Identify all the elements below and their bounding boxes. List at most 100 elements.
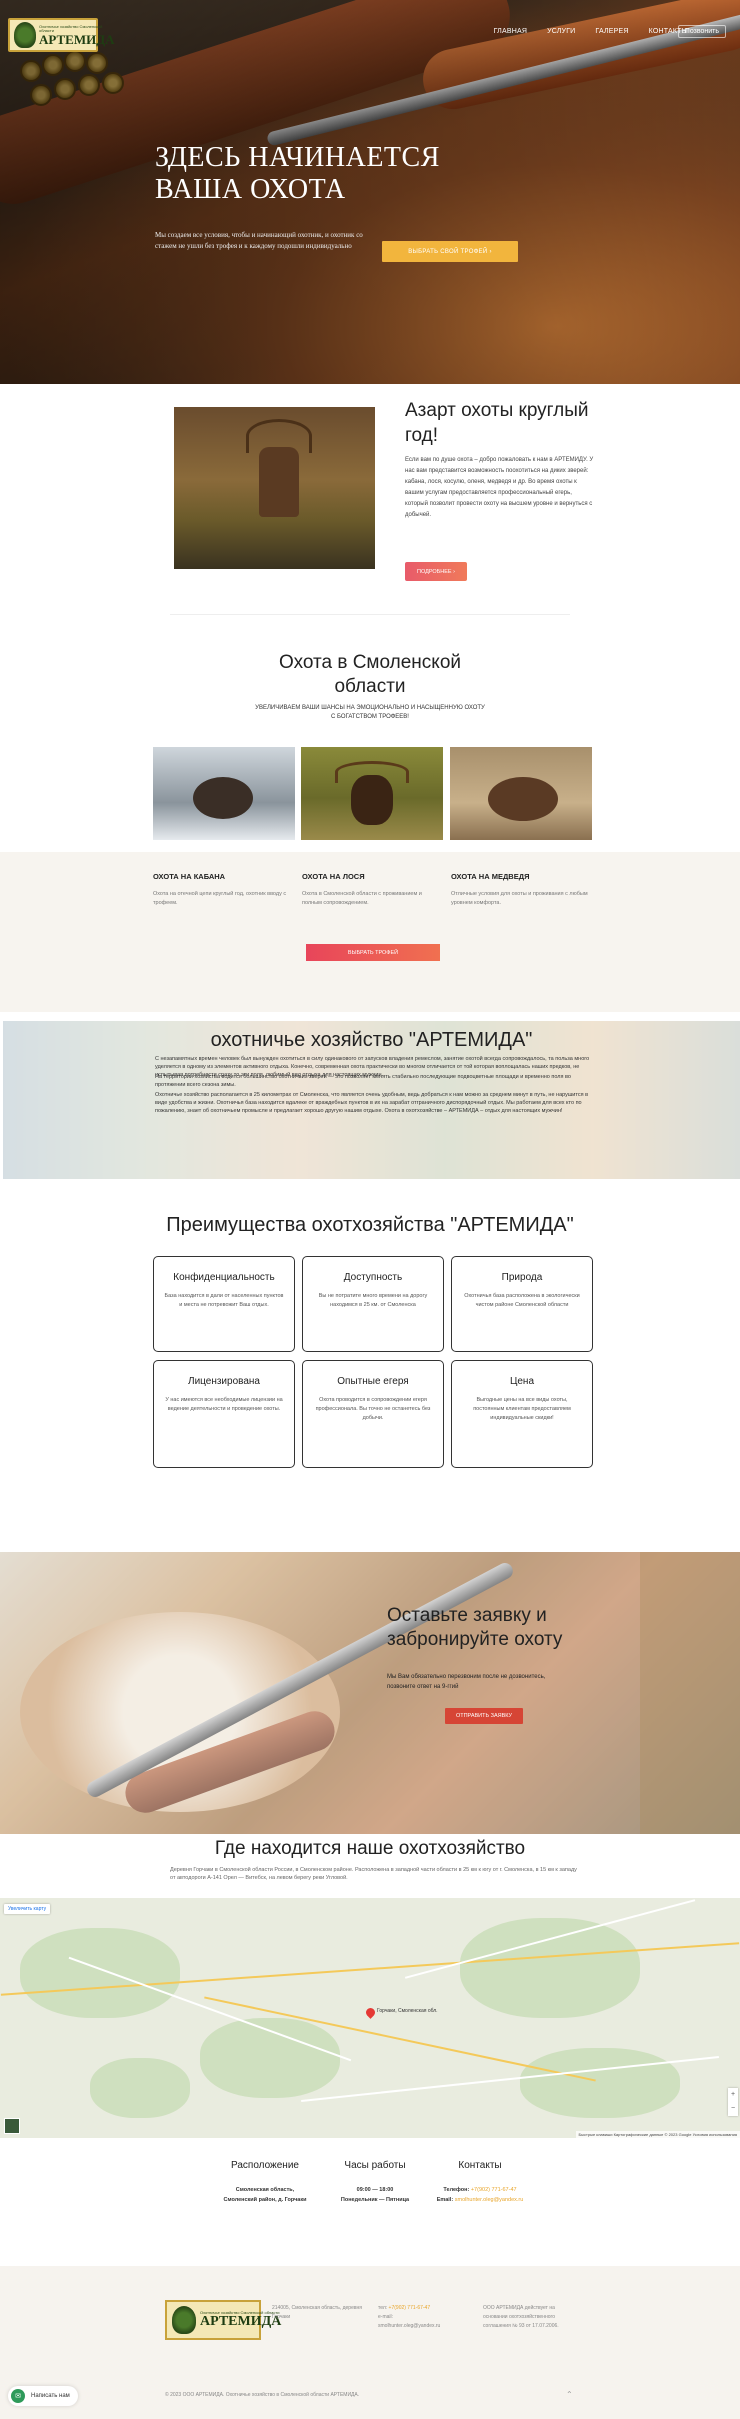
advantage-text: Вы не потратите много времени на дорогу … bbox=[318, 1293, 428, 1308]
map-satellite-toggle[interactable] bbox=[4, 2118, 20, 2134]
advantage-card: Опытные егеря Охота проводится в сопрово… bbox=[302, 1360, 444, 1468]
deer-photo bbox=[174, 407, 375, 569]
contact-location: Расположение Смоленская область, Смоленс… bbox=[205, 2160, 325, 2205]
footer-logo[interactable]: Охотничье хозяйство Смоленской области А… bbox=[165, 2300, 281, 2340]
hunt-card-title: Охота на медведя bbox=[451, 872, 530, 881]
advantage-text: У нас имеются все необходимые лицензии н… bbox=[165, 1397, 283, 1412]
hours-days: Понедельник — Пятница bbox=[340, 2197, 410, 2203]
logo-emblem bbox=[14, 22, 36, 48]
more-button-label: Подробнее bbox=[417, 568, 452, 575]
moose-photo bbox=[301, 747, 443, 840]
advantage-title: Конфиденциальность bbox=[173, 1272, 275, 1283]
advantage-title: Лицензирована bbox=[188, 1376, 260, 1387]
map[interactable]: Увеличить карту Горчаки, Смоленская обл.… bbox=[0, 1898, 740, 2138]
contact-contacts: Контакты Телефон: +7(902) 771-67-47 Emai… bbox=[420, 2160, 540, 2205]
footer-contacts: тел: +7(902) 771-67-47 e-mail: smolhunte… bbox=[378, 2304, 478, 2331]
request-text: Мы Вам обязательно перезвоним после не д… bbox=[387, 1674, 546, 1690]
advantage-text: Выгодные цены на все виды охоты, постоян… bbox=[473, 1397, 571, 1421]
hero-lead: Мы создаем все условия, чтобы и начинающ… bbox=[155, 231, 363, 250]
hunt-subtitle: Увеличиваем ваши шансы на эмоционально и… bbox=[255, 705, 485, 720]
hours-heading: Часы работы bbox=[344, 2160, 406, 2171]
logo-name: АРТЕМИДА bbox=[200, 2314, 282, 2329]
advantages-title: Преимущества охотхозяйства "АРТЕМИДА" bbox=[166, 1214, 574, 1236]
chevron-up-icon[interactable]: ⌃ bbox=[566, 2390, 573, 2399]
intro-title: Азарт охоты круглый год! bbox=[405, 400, 589, 446]
location-text: Деревня Горчаки в Смоленской области Рос… bbox=[170, 1867, 577, 1881]
advantage-text: Охотничья база расположена в экологическ… bbox=[464, 1293, 580, 1308]
advantage-card: Доступность Вы не потратите много времен… bbox=[302, 1256, 444, 1352]
hunt-card-text: Отличные условия для охоты и проживания … bbox=[451, 891, 588, 906]
send-request-button[interactable]: Отправить заявку bbox=[445, 1708, 523, 1724]
contact-hours: Часы работы 09:00 — 18:00 Понедельник — … bbox=[325, 2160, 425, 2205]
choose-trophy-label: Выбрать свой трофей bbox=[408, 248, 488, 255]
hunt-card-title: Охота на кабана bbox=[153, 872, 226, 881]
hours-time: 09:00 — 18:00 bbox=[356, 2187, 394, 2193]
hunt-card-boar[interactable]: Охота на кабана Охота на отечной цепи кр… bbox=[153, 872, 293, 908]
hunt-card-moose[interactable]: Охота на лося Охота в Смоленской области… bbox=[302, 872, 442, 908]
hunt-card-text: Охота на отечной цепи круглый год, охотн… bbox=[153, 891, 287, 906]
choose-trophy-button-2[interactable]: Выбрать трофей bbox=[306, 944, 440, 961]
request-section: Оставьте заявку и забронируйте охоту Мы … bbox=[0, 1552, 740, 1834]
farm-title: охотничье хозяйство "АРТЕМИДА" bbox=[210, 1029, 533, 1051]
chat-label: Написать нам bbox=[31, 2393, 70, 2399]
footer-tel-label: тел: bbox=[378, 2305, 388, 2311]
hero-title: ЗДЕСЬ НАЧИНАЕТСЯ ВАША ОХОТА bbox=[155, 142, 535, 206]
footer-tel-link[interactable]: +7(902) 771-67-47 bbox=[389, 2305, 431, 2311]
hunt-card-text: Охота в Смоленской области с проживанием… bbox=[302, 891, 422, 906]
nav-services[interactable]: Услуги bbox=[547, 28, 575, 35]
advantage-card: Конфиденциальность База находится в дали… bbox=[153, 1256, 295, 1352]
nav-gallery[interactable]: Галерея bbox=[595, 28, 628, 35]
boar-photo bbox=[153, 747, 295, 840]
footer-legal: ООО АРТЕМИДА действует на основании охот… bbox=[483, 2305, 559, 2329]
chat-icon: ✉ bbox=[11, 2389, 25, 2403]
logo[interactable]: Охотничье хозяйство Смоленской области А… bbox=[8, 18, 115, 52]
more-button[interactable]: Подробнее › bbox=[405, 562, 467, 581]
location-line1: Смоленская область, bbox=[235, 2187, 295, 2193]
footer: Охотничье хозяйство Смоленской области А… bbox=[0, 2266, 740, 2419]
chat-widget[interactable]: ✉ Написать нам bbox=[8, 2386, 78, 2406]
divider bbox=[170, 614, 570, 615]
main-nav: Главная Услуги Галерея Контакты bbox=[494, 28, 688, 35]
footer-email-label: e-mail: bbox=[378, 2314, 394, 2320]
hunt-card-title: Охота на лося bbox=[302, 872, 365, 881]
bear-photo bbox=[450, 747, 592, 840]
advantage-title: Цена bbox=[509, 1376, 535, 1387]
location-line2: Смоленский район, д. Горчаки bbox=[223, 2197, 307, 2203]
map-pin-icon[interactable] bbox=[364, 2006, 377, 2019]
hero-title-line2: ВАША ОХОТА bbox=[155, 174, 346, 205]
copyright: © 2023 ООО АРТЕМИДА. Охотничье хозяйство… bbox=[165, 2392, 360, 2398]
advantage-title: Доступность bbox=[343, 1272, 403, 1283]
phone-link[interactable]: +7(902) 771-67-47 bbox=[471, 2187, 517, 2193]
location-heading: Расположение bbox=[231, 2160, 299, 2171]
advantage-title: Природа bbox=[501, 1272, 543, 1283]
intro-text: Если вам по душе охота – добро пожаловат… bbox=[405, 457, 594, 518]
request-title: Оставьте заявку и забронируйте охоту bbox=[387, 1605, 563, 1650]
hero-title-line1: ЗДЕСЬ НАЧИНАЕТСЯ bbox=[155, 142, 440, 173]
zoom-in-button[interactable]: + bbox=[728, 2088, 738, 2102]
footer-email-link[interactable]: smolhunter.oleg@yandex.ru bbox=[378, 2323, 440, 2329]
email-label: Email: bbox=[436, 2197, 454, 2203]
advantage-card: Цена Выгодные цены на все виды охоты, по… bbox=[451, 1360, 593, 1468]
call-button[interactable]: Позвонить bbox=[677, 25, 726, 38]
farm-paragraph: На территории хозяйства водится большинс… bbox=[155, 1074, 571, 1088]
advantage-text: Охота проводится в сопровождении егеря п… bbox=[315, 1397, 431, 1421]
map-attribution: Быстрые клавиши Картографические данные … bbox=[575, 2131, 740, 2138]
choose-trophy-button[interactable]: Выбрать свой трофей › bbox=[382, 241, 518, 262]
map-enlarge-link[interactable]: Увеличить карту bbox=[4, 1904, 51, 1914]
contacts-heading: Контакты bbox=[458, 2160, 502, 2171]
logo-name: АРТЕМИДА bbox=[39, 31, 115, 47]
farm-section: охотничье хозяйство "АРТЕМИДА" С незапам… bbox=[3, 1021, 740, 1179]
phone-label: Телефон: bbox=[443, 2187, 470, 2193]
advantage-text: База находится в дали от населенных пунк… bbox=[164, 1293, 284, 1308]
nav-home[interactable]: Главная bbox=[494, 28, 528, 35]
zoom-out-button[interactable]: − bbox=[728, 2102, 738, 2116]
farm-paragraph: Охотничье хозяйство располагается в 25 к… bbox=[155, 1092, 589, 1114]
map-pin-label: Горчаки, Смоленская обл. bbox=[377, 2008, 438, 2014]
email-link[interactable]: smolhunter.oleg@yandex.ru bbox=[455, 2197, 524, 2203]
hunt-card-bear[interactable]: Охота на медведя Отличные условия для ох… bbox=[451, 872, 591, 908]
logo-emblem bbox=[172, 2306, 196, 2334]
map-zoom-control[interactable]: + − bbox=[728, 2088, 738, 2116]
chevron-right-icon: › bbox=[489, 248, 492, 255]
footer-address: 214005, Смоленская область, деревня Горч… bbox=[272, 2305, 362, 2320]
hero-section: Охотничье хозяйство Смоленской области А… bbox=[0, 0, 740, 384]
